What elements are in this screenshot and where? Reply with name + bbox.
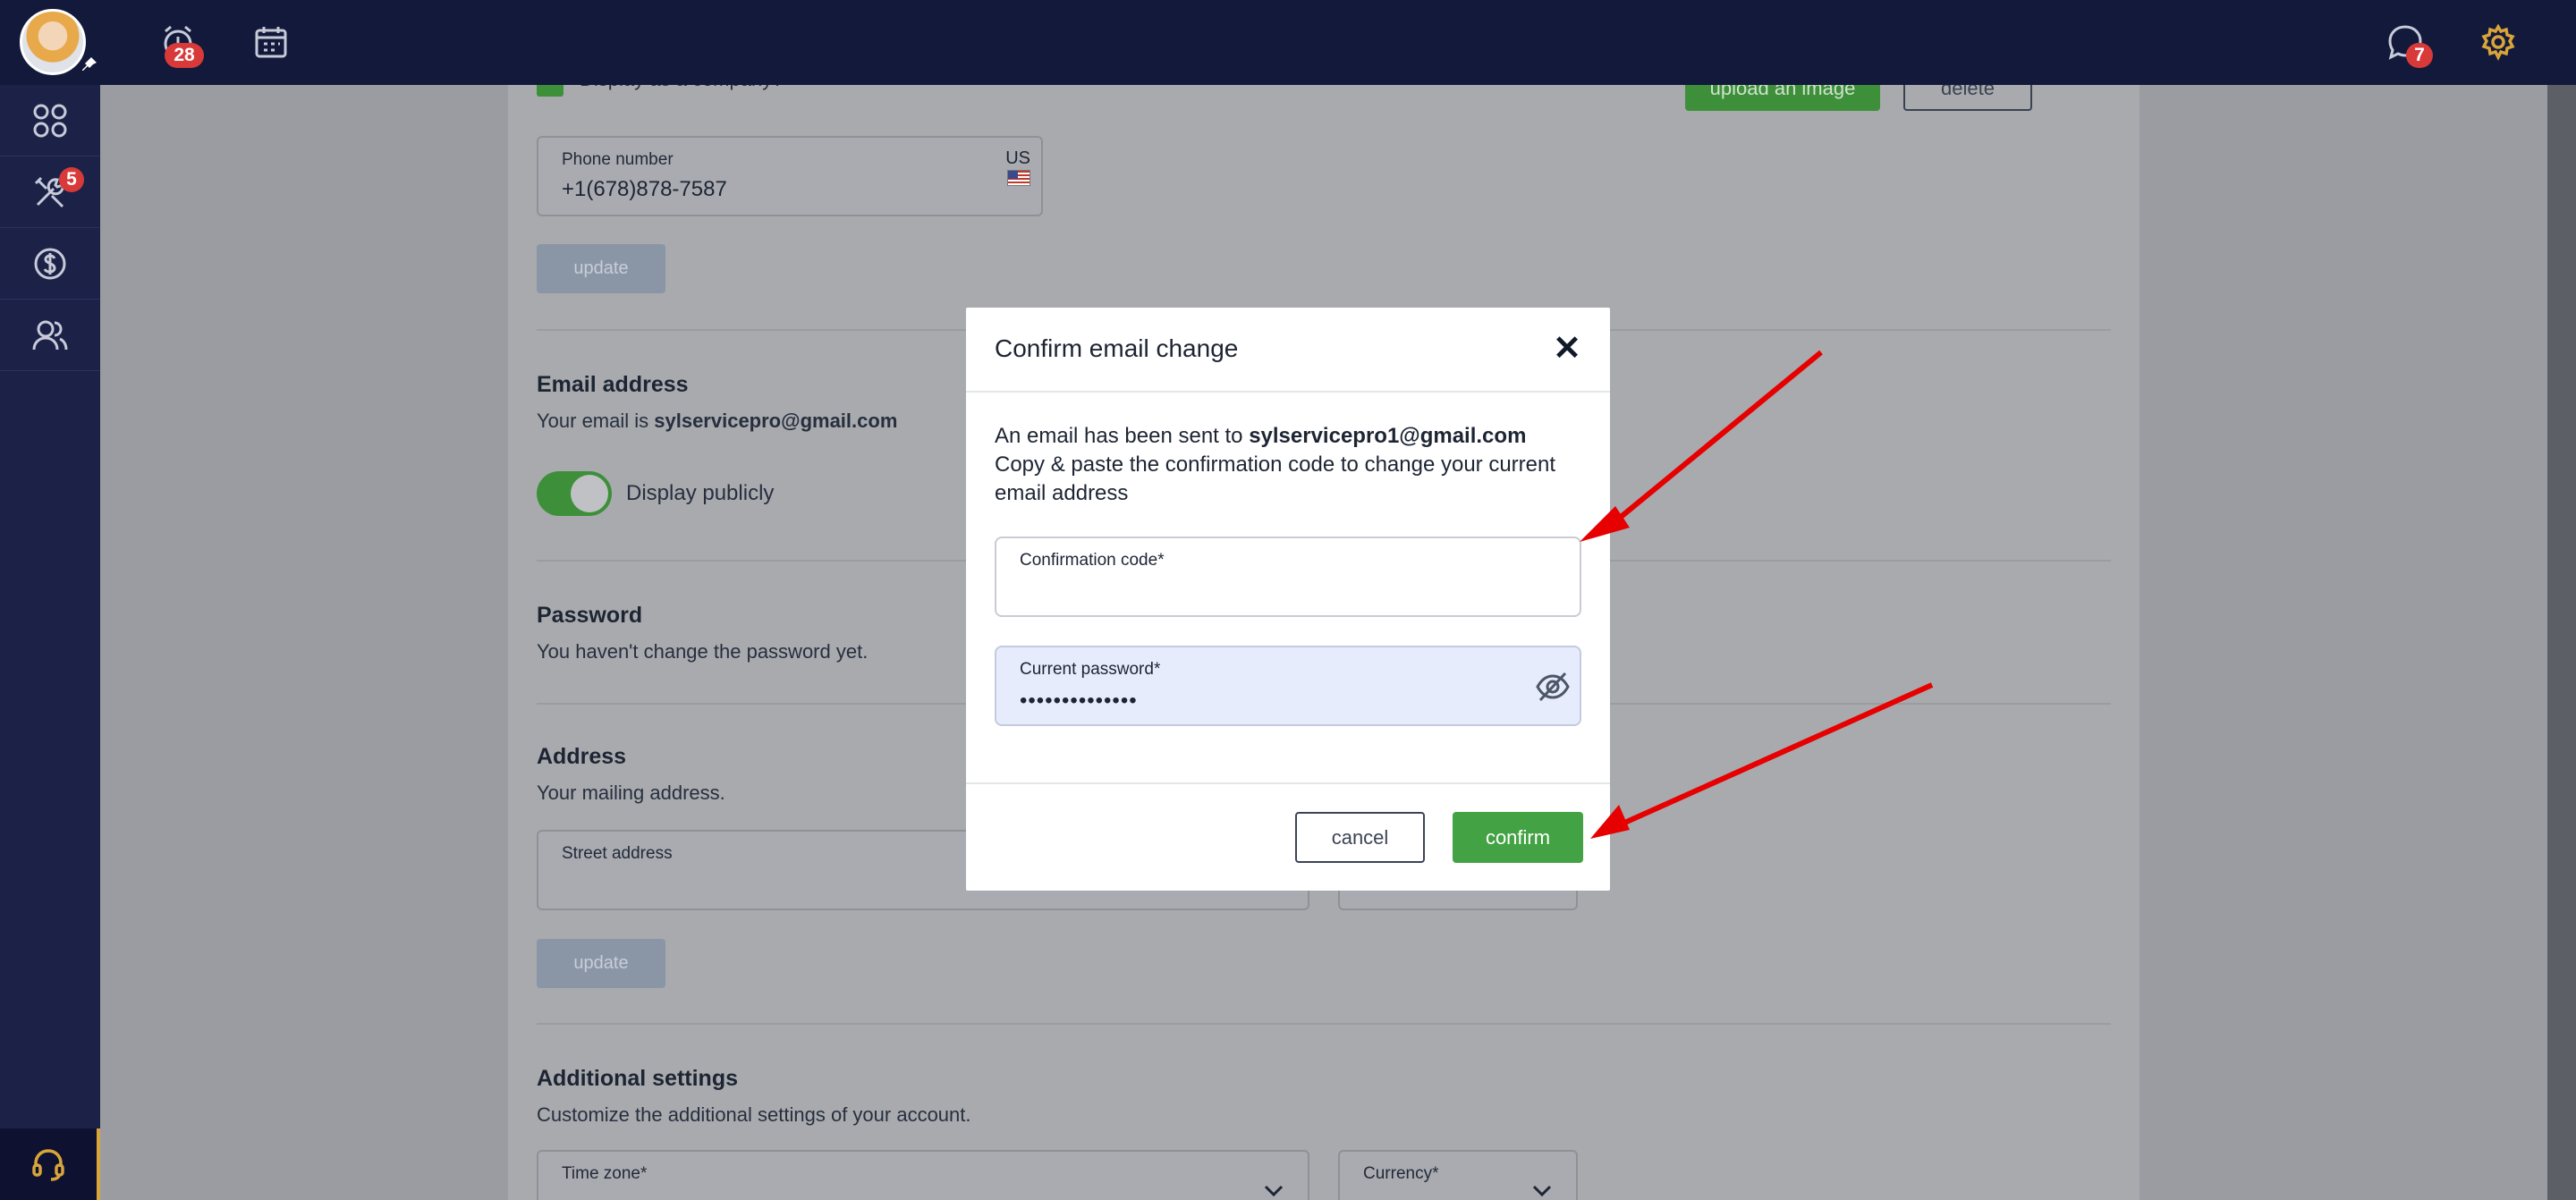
email-prefix: Your email is bbox=[537, 410, 655, 432]
display-publicly-toggle[interactable] bbox=[537, 471, 612, 516]
support-button[interactable] bbox=[0, 1128, 100, 1200]
cancel-button[interactable]: cancel bbox=[1295, 812, 1425, 863]
phone-update-button[interactable]: update bbox=[537, 244, 665, 293]
email-section-title: Email address bbox=[537, 372, 689, 397]
address-update-button[interactable]: update bbox=[537, 939, 665, 988]
address-section-title: Address bbox=[537, 744, 627, 769]
headset-icon bbox=[32, 1149, 64, 1181]
modal-footer-divider bbox=[966, 782, 1610, 784]
email-current: Your email is sylservicepro@gmail.com bbox=[537, 410, 897, 433]
alarm-badge: 28 bbox=[165, 43, 204, 68]
chevron-down-icon bbox=[1532, 1185, 1552, 1197]
chevron-down-icon bbox=[1264, 1185, 1284, 1197]
timezone-label: Time zone* bbox=[562, 1164, 648, 1183]
phone-country-code: US bbox=[1005, 148, 1030, 168]
close-icon[interactable]: ✕ bbox=[1551, 332, 1583, 366]
sidebar: 5 bbox=[0, 85, 100, 1200]
calendar-icon[interactable] bbox=[250, 21, 292, 63]
current-password-value: •••••••••••••• bbox=[1020, 689, 1138, 713]
apps-grid-icon bbox=[33, 104, 67, 137]
confirm-email-modal: Confirm email change ✕ An email has been… bbox=[966, 308, 1610, 891]
email-current-address: sylservicepro@gmail.com bbox=[654, 410, 898, 432]
password-status: You haven't change the password yet. bbox=[537, 640, 869, 663]
dollar-icon bbox=[34, 248, 66, 279]
chat-badge: 7 bbox=[2406, 43, 2433, 68]
current-password-field[interactable]: Current password* •••••••••••••• bbox=[995, 646, 1581, 726]
gear-icon[interactable] bbox=[2478, 21, 2519, 63]
additional-settings-subtitle: Customize the additional settings of you… bbox=[537, 1103, 971, 1126]
tools-badge: 5 bbox=[59, 167, 84, 192]
sidebar-item-apps[interactable] bbox=[0, 85, 100, 156]
msg-email: sylservicepro1@gmail.com bbox=[1249, 424, 1527, 448]
current-password-label: Current password* bbox=[1020, 660, 1161, 679]
msg-instructions: Copy & paste the confirmation code to ch… bbox=[995, 452, 1556, 505]
confirmation-code-field[interactable]: Confirmation code* bbox=[995, 537, 1581, 617]
additional-settings-title: Additional settings bbox=[537, 1066, 738, 1091]
users-icon bbox=[32, 320, 68, 350]
sidebar-item-users[interactable] bbox=[0, 300, 100, 371]
divider bbox=[537, 1023, 2111, 1025]
phone-field[interactable]: Phone number +1(678)878-7587 US bbox=[537, 136, 1043, 216]
address-subtitle: Your mailing address. bbox=[537, 782, 725, 804]
page-scroll-edge bbox=[2547, 85, 2576, 1200]
display-publicly-label: Display publicly bbox=[626, 481, 775, 505]
password-section-title: Password bbox=[537, 603, 643, 628]
timezone-select[interactable]: Time zone* bbox=[537, 1150, 1309, 1200]
eye-off-icon[interactable] bbox=[1535, 671, 1571, 703]
confirm-button[interactable]: confirm bbox=[1453, 812, 1583, 863]
modal-header: Confirm email change ✕ bbox=[966, 308, 1610, 393]
phone-label: Phone number bbox=[562, 150, 674, 169]
pin-icon bbox=[82, 57, 97, 71]
modal-message: An email has been sent to sylservicepro1… bbox=[995, 422, 1585, 508]
modal-title: Confirm email change bbox=[995, 334, 1239, 362]
avatar[interactable] bbox=[20, 9, 86, 75]
confirmation-code-label: Confirmation code* bbox=[1020, 551, 1165, 570]
top-bar: 28 7 bbox=[0, 0, 2576, 85]
msg-prefix: An email has been sent to bbox=[995, 424, 1250, 448]
currency-label: Currency* bbox=[1363, 1164, 1439, 1183]
street-address-label: Street address bbox=[562, 844, 673, 863]
us-flag-icon bbox=[1007, 170, 1030, 186]
sidebar-item-finance[interactable] bbox=[0, 228, 100, 300]
currency-select[interactable]: Currency* bbox=[1338, 1150, 1578, 1200]
sidebar-item-tools[interactable]: 5 bbox=[0, 156, 100, 228]
phone-value: +1(678)878-7587 bbox=[562, 177, 727, 201]
